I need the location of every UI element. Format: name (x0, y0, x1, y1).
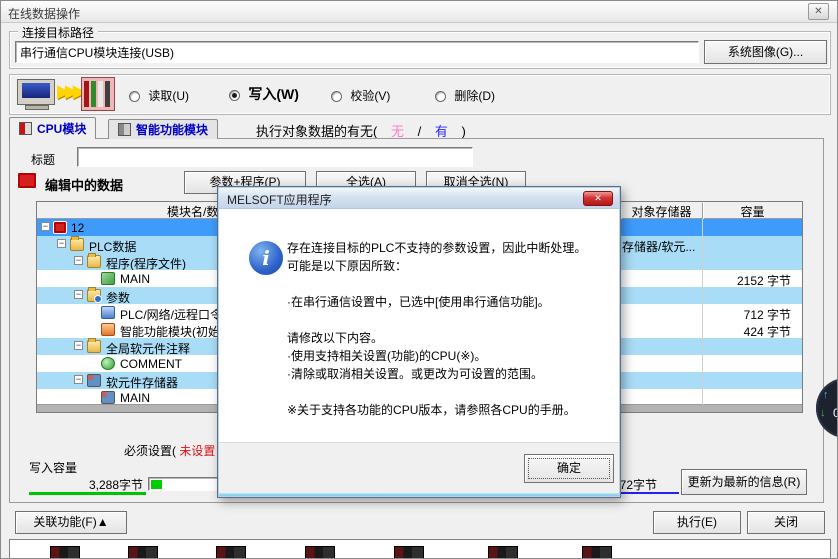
melsoft-message-dialog: MELSOFT应用程序 ✕ i 存在连接目标的PLC不支持的参数设置，因此中断处… (217, 186, 621, 498)
column-header-capacity[interactable]: 容量 (702, 203, 802, 220)
plc-device-icon[interactable] (216, 546, 246, 559)
folder-icon (70, 238, 84, 251)
editing-data-label: 编辑中的数据 (45, 175, 123, 194)
refresh-button[interactable]: 更新为最新的信息(R) (681, 469, 807, 495)
plc-rack-icon (81, 77, 115, 111)
write-capacity-bar-segment (151, 480, 162, 489)
program-folder-icon (87, 255, 101, 268)
plc-device-icon[interactable] (305, 546, 335, 559)
plc-device-icon[interactable] (582, 546, 612, 559)
transfer-arrows-icon: ▶▶▶ (57, 81, 81, 102)
device-memory-icon (101, 391, 115, 404)
tab-intelligent-module-label: 智能功能模块 (136, 121, 208, 138)
not-set-value: 未设置 (179, 444, 215, 458)
write-capacity-underline (29, 492, 146, 495)
connection-path-input[interactable] (15, 41, 699, 63)
modal-title: MELSOFT应用程序 (227, 191, 332, 208)
system-image-button[interactable]: 系统图像(G)... (704, 40, 827, 64)
intelligent-module-param-icon (101, 323, 115, 336)
related-functions-button[interactable]: 关联功能(F)▲ (15, 511, 127, 534)
radio-delete-dot (435, 91, 446, 102)
radio-write[interactable]: 写入(W) (229, 84, 299, 104)
plc-device-icon[interactable] (128, 546, 158, 559)
collapse-icon[interactable]: − (74, 341, 83, 350)
program-icon (101, 272, 115, 285)
parameter-folder-icon (87, 289, 101, 302)
modal-bottom-glow (219, 493, 619, 496)
connection-path-label: 连接目标路径 (18, 24, 98, 41)
intelligent-module-icon (118, 123, 131, 136)
title-input[interactable] (77, 147, 473, 167)
radio-read-label: 读取(U) (148, 89, 189, 103)
radio-write-label: 写入(W) (248, 86, 299, 102)
write-capacity-value: 3,288字节 (89, 476, 143, 493)
plc-device-icon[interactable] (488, 546, 518, 559)
window-close-button[interactable]: ✕ (808, 3, 829, 20)
upload-arrow-icon: ↑ (823, 389, 829, 401)
cpu-module-icon (19, 122, 32, 135)
project-icon (53, 221, 67, 234)
tab-cpu-module-label: CPU模块 (37, 120, 86, 137)
tab-cpu-module[interactable]: CPU模块 (9, 117, 96, 139)
radio-delete[interactable]: 删除(D) (435, 87, 495, 104)
required-setting-text: 必须设置( 未设置 (124, 442, 215, 459)
close-button[interactable]: 关闭 (747, 511, 825, 534)
radio-delete-label: 删除(D) (454, 89, 495, 103)
tab-intelligent-module[interactable]: 智能功能模块 (108, 119, 218, 139)
collapse-icon[interactable]: − (57, 239, 66, 248)
ok-button[interactable]: 确定 (524, 454, 614, 483)
exec-none-value: 无 (391, 124, 404, 139)
close-icon: ✕ (594, 193, 602, 203)
comment-icon (101, 357, 115, 370)
close-icon: ✕ (814, 6, 822, 17)
modal-message: 存在连接目标的PLC不支持的参数设置，因此中断处理。 可能是以下原因所致： ·在… (287, 239, 613, 419)
comment-folder-icon (87, 340, 101, 353)
device-memory-folder-icon (87, 374, 101, 387)
collapse-icon[interactable]: − (74, 290, 83, 299)
radio-read-dot (129, 91, 140, 102)
plc-device-icon[interactable] (394, 546, 424, 559)
radio-verify[interactable]: 校验(V) (331, 87, 390, 104)
plc-parameter-icon (101, 306, 115, 319)
column-divider (702, 219, 703, 405)
radio-read[interactable]: 读取(U) (129, 87, 189, 104)
download-arrow-icon: ↓ (820, 407, 826, 419)
collapse-icon[interactable]: − (41, 222, 50, 231)
collapse-icon[interactable]: − (74, 375, 83, 384)
execute-button[interactable]: 执行(E) (653, 511, 741, 534)
editing-data-icon (17, 172, 37, 189)
collapse-icon[interactable]: − (74, 256, 83, 265)
online-data-operation-dialog: 在线数据操作 ✕ 连接目标路径 系统图像(G)... ▶▶▶ 读取(U) 写入(… (0, 0, 838, 559)
title-label: 标题 (31, 151, 55, 168)
modal-title-bar: MELSOFT应用程序 ✕ (219, 188, 619, 209)
exec-have-value: 有 (435, 124, 448, 139)
computer-icon (17, 79, 55, 105)
computer-stand-icon (25, 105, 49, 110)
plc-device-icon[interactable] (50, 546, 80, 559)
radio-verify-label: 校验(V) (350, 89, 390, 103)
related-functions-dock (9, 539, 831, 559)
download-count: 0 (833, 406, 838, 420)
column-header-target-memory[interactable]: 对象存储器 (620, 203, 702, 220)
radio-write-dot (229, 90, 240, 101)
write-capacity-bar (148, 477, 219, 491)
write-capacity-label: 写入容量 (29, 459, 77, 476)
modal-close-button[interactable]: ✕ (583, 191, 613, 206)
info-icon: i (249, 241, 283, 275)
window-title-bar: 在线数据操作 ✕ (1, 1, 837, 23)
radio-verify-dot (331, 91, 342, 102)
window-title: 在线数据操作 (8, 5, 80, 22)
modal-body: i 存在连接目标的PLC不支持的参数设置，因此中断处理。 可能是以下原因所致： … (219, 209, 619, 444)
